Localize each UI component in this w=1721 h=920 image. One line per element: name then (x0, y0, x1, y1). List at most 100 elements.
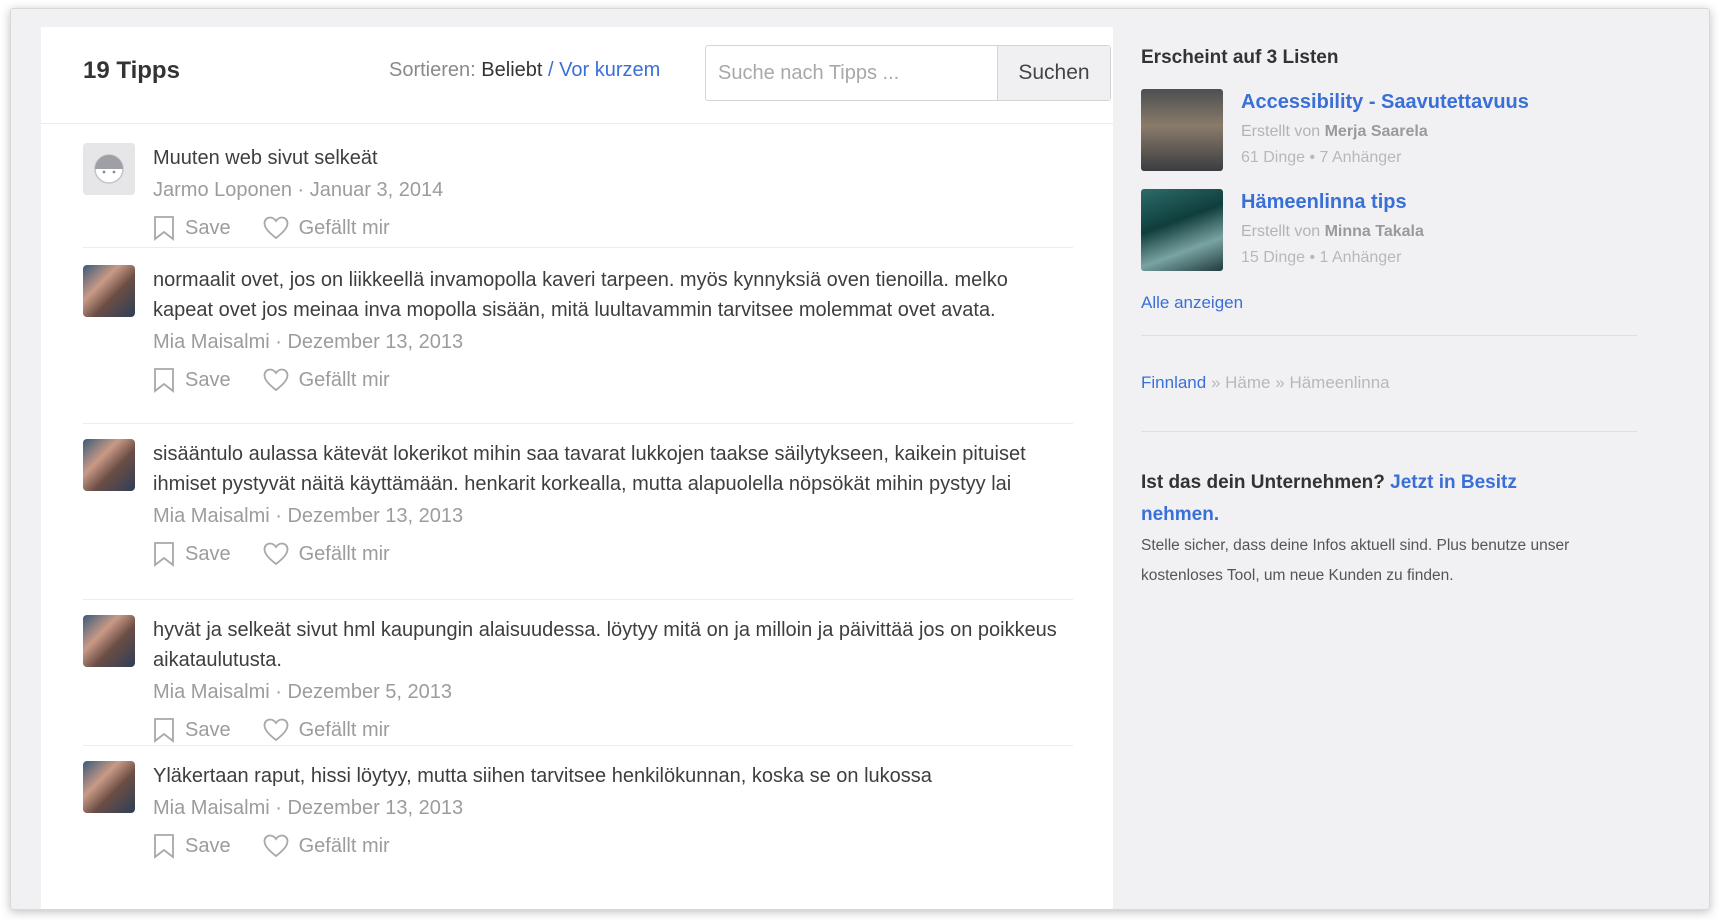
tip-body: sisääntulo aulassa kätevät lokerikot mih… (153, 439, 1073, 569)
tip-body: Muuten web sivut selkeät Jarmo Loponen ·… (153, 143, 1073, 243)
tip-body: hyvät ja selkeät sivut hml kaupungin ala… (153, 615, 1073, 745)
tip-item: Muuten web sivut selkeät Jarmo Loponen ·… (83, 123, 1073, 248)
list-thumbnail[interactable] (1141, 189, 1223, 271)
list-title-link[interactable]: Accessibility - Saavutettavuus (1241, 91, 1529, 114)
save-button[interactable]: Save (153, 367, 231, 393)
save-button[interactable]: Save (153, 833, 231, 859)
show-all-link[interactable]: Alle anzeigen (1141, 293, 1243, 313)
list-creator: Erstellt von Minna Takala (1241, 223, 1424, 241)
like-label: Gefällt mir (298, 542, 390, 565)
tip-actions: Save Gefällt mir (153, 365, 1073, 395)
sort-popular-option[interactable]: Beliebt (481, 59, 542, 81)
tip-meta: Mia Maisalmi · Dezember 13, 2013 (153, 501, 1073, 531)
meta-separator: · (275, 331, 282, 353)
left-margin (11, 9, 39, 909)
heart-icon (263, 368, 288, 392)
tip-author-link[interactable]: Mia Maisalmi (153, 505, 270, 527)
bookmark-icon (154, 368, 174, 393)
heart-icon (263, 542, 288, 566)
tip-author-link[interactable]: Mia Maisalmi (153, 797, 270, 819)
user-avatar[interactable] (83, 615, 135, 667)
tip-date: Dezember 13, 2013 (287, 505, 464, 527)
breadcrumb-separator: » (1210, 373, 1221, 392)
breadcrumb-region-link[interactable]: Häme (1225, 373, 1270, 392)
divider (1141, 431, 1637, 432)
like-label: Gefällt mir (298, 834, 390, 857)
tips-count: 19 Tipps (83, 57, 180, 84)
save-button[interactable]: Save (153, 215, 231, 241)
list-thumbnail[interactable] (1141, 89, 1223, 171)
tips-header: 19 Tipps Sortieren: Beliebt / Vor kurzem… (41, 27, 1113, 124)
search-button[interactable]: Suchen (997, 46, 1110, 100)
tip-actions: Save Gefällt mir (153, 715, 1073, 745)
user-avatar[interactable] (83, 265, 135, 317)
meta-separator: · (275, 681, 282, 703)
save-label: Save (185, 216, 231, 239)
list-card[interactable]: Hämeenlinna tips Erstellt von Minna Taka… (1141, 189, 1661, 273)
user-avatar[interactable] (83, 439, 135, 491)
default-avatar-icon (83, 143, 135, 195)
list-stats: 61 Dinge • 7 Anhänger (1241, 149, 1402, 166)
tips-search: Suche n (705, 45, 1111, 101)
breadcrumb-city: Hämeenlinna (1289, 373, 1390, 392)
tip-author-link[interactable]: Jarmo Loponen (153, 179, 292, 201)
meta-separator: · (275, 505, 282, 527)
tip-item: Yläkertaan raput, hissi löytyy, mutta si… (83, 745, 1073, 909)
like-label: Gefällt mir (298, 718, 390, 741)
bookmark-icon (154, 216, 174, 241)
bookmark-icon (154, 542, 174, 567)
tip-text: sisääntulo aulassa kätevät lokerikot mih… (153, 443, 1026, 495)
tip-body: normaalit ovet, jos on liikkeellä invamo… (153, 265, 1073, 395)
sidebar: Erscheint auf 3 Listen Accessibility - S… (1113, 27, 1709, 909)
heart-icon (263, 718, 288, 742)
claim-description: Stelle sicher, dass deine Infos aktuell … (1141, 537, 1570, 584)
save-label: Save (185, 718, 231, 741)
save-button[interactable]: Save (153, 541, 231, 567)
lists-title: Erscheint auf 3 Listen (1141, 47, 1339, 68)
sort-controls: Sortieren: Beliebt / Vor kurzem (389, 59, 660, 82)
heart-icon (263, 834, 288, 858)
claim-business-heading: Ist das dein Unternehmen? Jetzt in Besit… (1141, 467, 1581, 531)
tip-meta: Mia Maisalmi · Dezember 5, 2013 (153, 677, 1073, 707)
like-label: Gefällt mir (298, 216, 390, 239)
tips-search-input[interactable] (706, 46, 968, 100)
like-button[interactable]: Gefällt mir (263, 834, 390, 858)
tip-item: sisääntulo aulassa kätevät lokerikot mih… (83, 423, 1073, 600)
tip-text: hyvät ja selkeät sivut hml kaupungin ala… (153, 619, 1057, 671)
tip-body: Yläkertaan raput, hissi löytyy, mutta si… (153, 761, 1073, 861)
tip-meta: Mia Maisalmi · Dezember 13, 2013 (153, 793, 1073, 823)
sort-recent-link[interactable]: Vor kurzem (559, 59, 660, 81)
list-stats: 15 Dinge • 1 Anhänger (1241, 249, 1402, 266)
tips-panel: 19 Tipps Sortieren: Beliebt / Vor kurzem… (41, 27, 1113, 909)
heart-icon (263, 216, 288, 240)
tip-date: Dezember 13, 2013 (287, 797, 464, 819)
list-creator-prefix: Erstellt von (1241, 223, 1321, 240)
bookmark-icon (154, 834, 174, 859)
user-avatar[interactable] (83, 761, 135, 813)
like-button[interactable]: Gefällt mir (263, 368, 390, 392)
default-avatar[interactable] (83, 143, 135, 195)
breadcrumb-separator: » (1275, 373, 1285, 392)
list-creator: Erstellt von Merja Saarela (1241, 123, 1428, 141)
tip-date: Januar 3, 2014 (309, 179, 444, 201)
save-button[interactable]: Save (153, 717, 231, 743)
like-button[interactable]: Gefällt mir (263, 718, 390, 742)
list-creator-name[interactable]: Merja Saarela (1325, 123, 1428, 140)
sort-separator: / (548, 59, 554, 81)
meta-separator: · (297, 179, 305, 201)
tip-text: normaalit ovet, jos on liikkeellä invamo… (153, 269, 1008, 321)
claim-question: Ist das dein Unternehmen? (1141, 472, 1385, 493)
tip-author-link[interactable]: Mia Maisalmi (153, 681, 270, 703)
list-creator-name[interactable]: Minna Takala (1325, 223, 1424, 240)
breadcrumb-country-link[interactable]: Finnland (1141, 373, 1206, 392)
tip-text: Yläkertaan raput, hissi löytyy, mutta si… (153, 765, 932, 787)
like-button[interactable]: Gefällt mir (263, 216, 390, 240)
tip-author-link[interactable]: Mia Maisalmi (153, 331, 270, 353)
bookmark-icon (154, 718, 174, 743)
like-button[interactable]: Gefällt mir (263, 542, 390, 566)
tip-date: Dezember 13, 2013 (287, 331, 464, 353)
sort-label: Sortieren: (389, 59, 476, 81)
tip-actions: Save Gefällt mir (153, 539, 1073, 569)
list-title-link[interactable]: Hämeenlinna tips (1241, 191, 1407, 214)
list-card[interactable]: Accessibility - Saavutettavuus Erstellt … (1141, 89, 1661, 173)
